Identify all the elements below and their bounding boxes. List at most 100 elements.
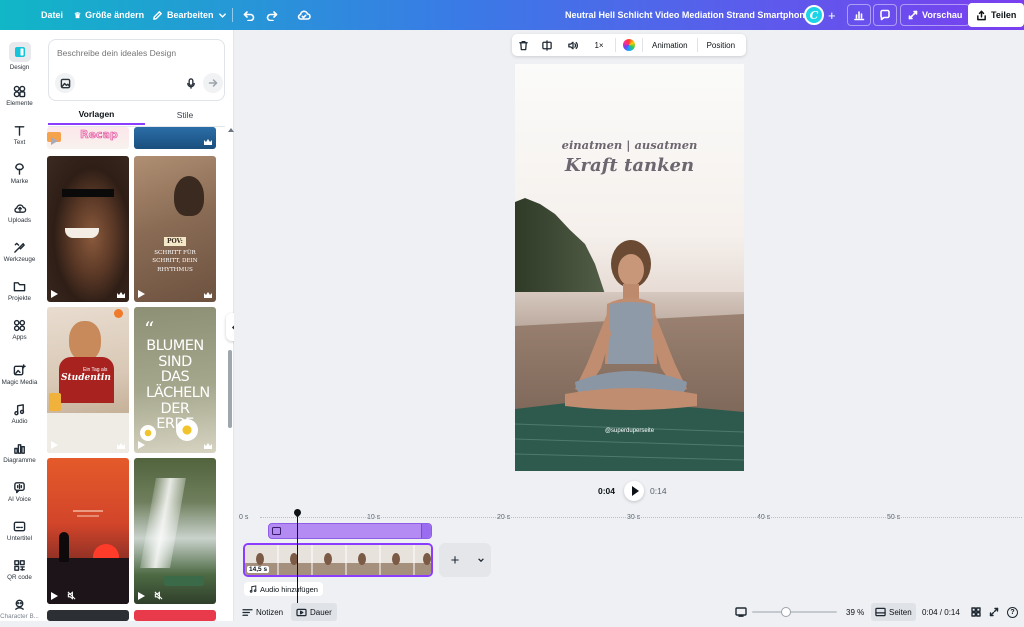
- template-thumb-person: [174, 176, 204, 216]
- resize-button[interactable]: ♛ Größe ändern: [74, 0, 144, 30]
- microphone-button[interactable]: [181, 73, 201, 93]
- plus-icon: +: [828, 7, 836, 23]
- flip-button[interactable]: [534, 34, 560, 56]
- template-thumb-flowers-quote[interactable]: “ BLUMEN SIND DAS LÄCHELN DER ERDE: [134, 307, 216, 453]
- help-icon: ?: [1007, 606, 1018, 618]
- template-thumb-waterfall[interactable]: [134, 458, 216, 604]
- template-thumb-student[interactable]: Ein Tag als Studentin: [47, 307, 129, 453]
- template-thumb-next[interactable]: [134, 610, 216, 621]
- play-icon: [138, 592, 145, 600]
- zoom-slider-knob[interactable]: [781, 607, 792, 617]
- redo-button[interactable]: [266, 0, 278, 30]
- play-icon: [51, 592, 58, 600]
- left-rail: Design Elemente Text Marke Uploads Werkz…: [0, 30, 39, 621]
- rail-item-brand[interactable]: Marke: [0, 156, 39, 192]
- timeline-playhead[interactable]: [292, 507, 303, 603]
- grid-view-button[interactable]: [971, 603, 981, 621]
- character-icon: [15, 599, 24, 610]
- add-collaborator-button[interactable]: +: [828, 0, 836, 30]
- timeline-video-clip[interactable]: 14,5 s: [243, 543, 433, 577]
- avatar[interactable]: C: [804, 0, 824, 30]
- rail-item-audio[interactable]: Audio: [0, 396, 39, 432]
- tab-templates[interactable]: Vorlagen: [48, 105, 145, 125]
- rail-item-qr-code[interactable]: QR code: [0, 552, 39, 588]
- design-canvas[interactable]: einatmen | ausatmen Kraft tanken @superd…: [515, 64, 744, 471]
- animation-button[interactable]: Animation: [646, 34, 694, 56]
- template-grid: Recap POV: SCHRITT FÜR SCHRITT, DEIN RHY…: [47, 127, 226, 621]
- crown-icon: ♛: [74, 10, 82, 20]
- edit-menu[interactable]: Bearbeiten: [152, 0, 227, 30]
- position-button[interactable]: Position: [701, 34, 741, 56]
- cloud-sync-icon[interactable]: [297, 0, 311, 30]
- template-thumb-daisy: [140, 425, 156, 441]
- template-thumb-recap[interactable]: Recap: [47, 127, 129, 149]
- add-audio-button[interactable]: Audio hinzufügen: [244, 582, 323, 596]
- rail-item-apps[interactable]: Apps: [0, 312, 39, 348]
- playback-speed-button[interactable]: 1×: [586, 34, 612, 56]
- color-button[interactable]: [619, 34, 639, 56]
- rail-item-elements[interactable]: Elemente: [0, 78, 39, 114]
- plus-icon: +: [450, 551, 460, 569]
- elements-icon: [13, 85, 26, 98]
- beach-scene: [515, 64, 744, 471]
- template-thumb-sea: [47, 558, 129, 604]
- play-button[interactable]: [624, 481, 645, 501]
- panel-scrollbar[interactable]: [228, 350, 232, 428]
- template-thumb-smiling-woman[interactable]: [47, 156, 129, 302]
- clip-filmstrip: [245, 545, 431, 575]
- design-prompt-input[interactable]: [57, 48, 217, 58]
- rail-item-magic-media[interactable]: Magic Media: [0, 357, 39, 393]
- pages-button[interactable]: Seiten: [871, 603, 916, 621]
- template-thumb-sunset[interactable]: [47, 458, 129, 604]
- undo-button[interactable]: [243, 0, 255, 30]
- prompt-box: [48, 39, 225, 101]
- rail-item-captions[interactable]: Untertitel: [0, 513, 39, 549]
- timeline-ruler[interactable]: 0 s 10 s 20 s 30 s 40 s 50 s: [234, 510, 1024, 524]
- color-wheel-icon: [623, 39, 635, 51]
- rail-item-text[interactable]: Text: [0, 117, 39, 153]
- rail-item-ai-voice[interactable]: AI Voice: [0, 474, 39, 510]
- zoom-percentage[interactable]: 39 %: [846, 603, 864, 621]
- zoom-slider[interactable]: [752, 603, 837, 621]
- insights-button[interactable]: [847, 4, 871, 26]
- document-title[interactable]: Neutral Hell Schlicht Video Mediation St…: [565, 0, 820, 30]
- timeline-image-track[interactable]: [268, 523, 432, 539]
- ruler-dots: [260, 517, 1022, 518]
- rail-item-design[interactable]: Design: [0, 38, 39, 74]
- tab-styles[interactable]: Stile: [145, 105, 225, 125]
- rail-item-uploads[interactable]: Uploads: [0, 195, 39, 231]
- fullscreen-icon: [989, 607, 999, 617]
- presentation-view-button[interactable]: [735, 603, 747, 621]
- template-thumb-next[interactable]: [47, 610, 129, 621]
- share-button[interactable]: Teilen: [968, 3, 1024, 27]
- notes-button[interactable]: Notizen: [242, 603, 283, 621]
- brand-icon: [15, 163, 24, 175]
- help-button[interactable]: ?: [1007, 603, 1018, 621]
- rail-item-tools[interactable]: Werkzeuge: [0, 234, 39, 270]
- add-page-button[interactable]: +: [439, 543, 471, 577]
- delete-button[interactable]: [512, 34, 534, 56]
- trash-icon: [518, 40, 528, 50]
- canvas-handle-text[interactable]: @superduperseite: [515, 428, 744, 434]
- add-page-options-button[interactable]: [471, 543, 491, 577]
- expand-icon: [908, 10, 918, 20]
- track-resize-handle[interactable]: [421, 524, 431, 538]
- add-clip-group: +: [439, 543, 491, 577]
- template-thumb-pov-text: SCHRITT FÜR SCHRITT, DEIN RHYTHMUS: [152, 250, 198, 273]
- canvas-headline-large[interactable]: Kraft tanken: [515, 155, 744, 176]
- rail-item-character-builder[interactable]: Character B...: [0, 591, 39, 627]
- canvas-headline-small[interactable]: einatmen | ausatmen: [515, 138, 744, 152]
- rail-item-charts[interactable]: Diagramme: [0, 435, 39, 471]
- template-thumb-ocean[interactable]: [134, 127, 216, 149]
- volume-button[interactable]: [560, 34, 586, 56]
- comments-button[interactable]: [873, 4, 897, 26]
- rail-item-projects[interactable]: Projekte: [0, 273, 39, 309]
- template-thumb-pov[interactable]: POV: SCHRITT FÜR SCHRITT, DEIN RHYTHMUS: [134, 156, 216, 302]
- preview-button[interactable]: Vorschau: [900, 4, 971, 26]
- fullscreen-button[interactable]: [989, 603, 999, 621]
- duration-button[interactable]: Dauer: [291, 603, 337, 621]
- file-menu[interactable]: Datei: [41, 0, 63, 30]
- submit-prompt-button[interactable]: [203, 73, 223, 93]
- redo-icon: [266, 11, 278, 21]
- add-image-button[interactable]: [55, 73, 75, 93]
